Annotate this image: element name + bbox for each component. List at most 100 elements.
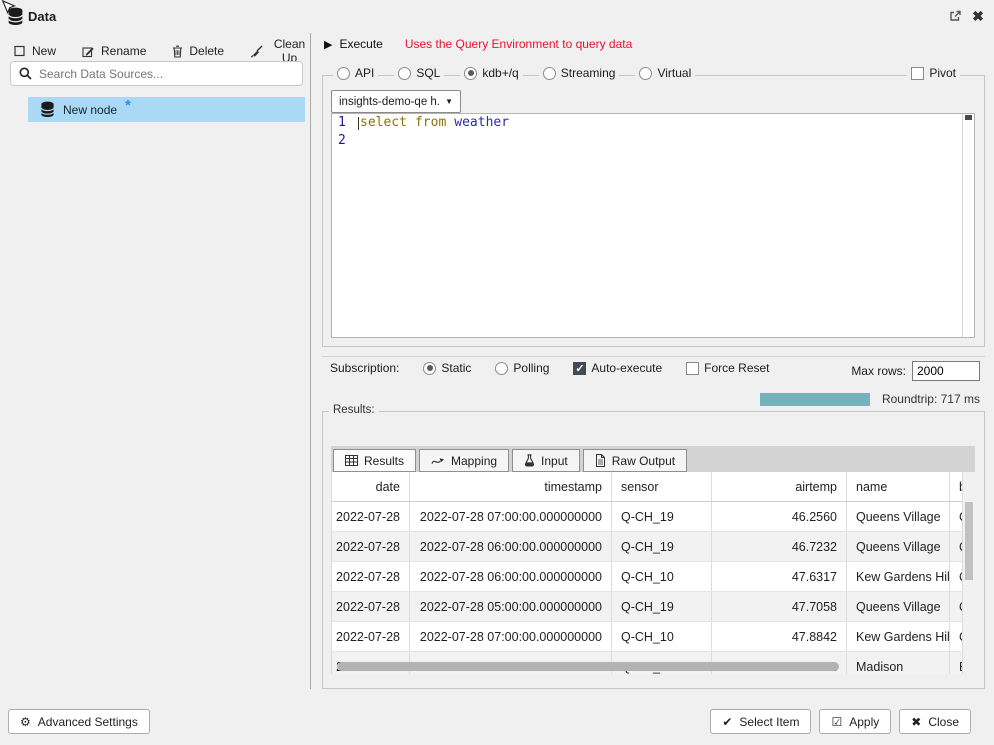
cell-date: 2022-07-28 — [332, 622, 410, 651]
cell-name: Queens Village — [847, 592, 950, 621]
table-row[interactable]: 2022-07-28 2022-07-28 05:00:00.000000000… — [332, 592, 975, 622]
cleanup-broom-icon — [250, 45, 263, 58]
check-icon: ✔ — [722, 715, 732, 729]
radio-virtual[interactable]: Virtual — [635, 66, 695, 80]
results-tabstrip: Results Mapping Input Raw Output — [331, 446, 975, 472]
radio-api[interactable]: API — [333, 66, 378, 80]
radio-streaming[interactable]: Streaming — [539, 66, 620, 80]
query-type-radios: API SQL kdb+/q Streaming Virtual — [333, 66, 695, 80]
table-row[interactable]: 2022-07-28 2022-07-28 06:00:00.000000000… — [332, 532, 975, 562]
column-header[interactable]: date — [332, 472, 410, 501]
query-code-editor[interactable]: 1 select from weather 2 — [331, 113, 975, 338]
environment-value: insights-demo-qe h... — [339, 96, 439, 108]
results-legend: Results: — [329, 404, 379, 416]
checkbox-check-icon: ☑ — [831, 715, 842, 729]
mapping-arrow-icon — [431, 456, 445, 466]
roundtrip-status: Roundtrip: 717 ms — [882, 392, 980, 406]
cell-timestamp: 2022-07-28 06:00:00.000000000 — [410, 532, 612, 561]
apply-button[interactable]: ☑ Apply — [819, 709, 891, 734]
table-vertical-scrollbar[interactable] — [962, 472, 975, 674]
cell-name: Madison — [847, 652, 950, 674]
subscription-label: Subscription: — [330, 361, 399, 375]
radio-icon — [398, 67, 411, 80]
tab-input[interactable]: Input — [512, 449, 580, 472]
close-x-icon: ✖ — [911, 715, 921, 729]
pivot-label: Pivot — [929, 66, 956, 80]
scrollbar-thumb[interactable] — [965, 115, 972, 120]
radio-label: kdb+/q — [482, 66, 518, 80]
select-item-label: Select Item — [739, 715, 799, 729]
cell-date: 2022-07-28 — [332, 532, 410, 561]
cell-sensor: Q-CH_19 — [612, 532, 712, 561]
cell-name: Queens Village — [847, 532, 950, 561]
tab-results[interactable]: Results — [333, 449, 416, 472]
dialog-title: Data — [28, 9, 56, 24]
select-item-button[interactable]: ✔ Select Item — [710, 709, 811, 734]
radio-sql[interactable]: SQL — [394, 66, 444, 80]
cell-name: Kew Gardens Hil — [847, 622, 950, 651]
query-type-group: API SQL kdb+/q Streaming Virtual Pivot — [322, 75, 985, 347]
results-table: date timestamp sensor airtemp name bor 2… — [331, 472, 975, 674]
max-rows-label: Max rows: — [851, 364, 906, 378]
scrollbar-thumb[interactable] — [965, 502, 973, 580]
close-x-icon[interactable]: ✖ — [969, 7, 987, 25]
column-header[interactable]: sensor — [612, 472, 712, 501]
code-identifier: weather — [454, 114, 509, 132]
auto-execute-checkbox[interactable]: Auto-execute — [569, 361, 666, 375]
delete-trash-icon — [172, 45, 183, 58]
tab-mapping[interactable]: Mapping — [419, 449, 509, 472]
radio-icon — [543, 67, 556, 80]
delete-label: Delete — [189, 44, 224, 58]
max-rows-input[interactable] — [912, 361, 980, 381]
table-row[interactable]: 2022-07-28 2022-07-28 06:00:00.000000000… — [332, 562, 975, 592]
data-sources-panel: New Rename Delete Clean Up New node * — [0, 33, 310, 745]
search-input[interactable] — [39, 67, 294, 81]
editor-vertical-scrollbar[interactable] — [962, 114, 974, 337]
force-reset-checkbox[interactable]: Force Reset — [682, 361, 773, 375]
tree-item-new-node[interactable]: New node * — [28, 97, 305, 122]
apply-label: Apply — [849, 715, 879, 729]
close-button[interactable]: ✖ Close — [899, 709, 971, 734]
column-header[interactable]: timestamp — [410, 472, 612, 501]
open-in-new-icon[interactable] — [946, 7, 964, 25]
database-icon — [40, 101, 55, 118]
table-header-row: date timestamp sensor airtemp name bor — [332, 472, 975, 502]
radio-icon — [495, 362, 508, 375]
progress-bar — [760, 393, 870, 406]
radio-selected-icon — [423, 362, 436, 375]
search-data-sources — [10, 61, 303, 86]
radio-label: SQL — [416, 66, 440, 80]
cell-date: 2022-07-28 — [332, 502, 410, 531]
column-header[interactable]: name — [847, 472, 950, 501]
pivot-checkbox[interactable]: Pivot — [907, 66, 960, 80]
cell-sensor: Q-CH_19 — [612, 502, 712, 531]
tab-raw-output[interactable]: Raw Output — [583, 449, 687, 472]
execute-label: Execute — [339, 37, 382, 51]
table-horizontal-scrollbar[interactable] — [337, 662, 839, 671]
radio-label: API — [355, 66, 374, 80]
radio-polling[interactable]: Polling — [491, 361, 553, 375]
panel-divider[interactable] — [310, 33, 311, 689]
cell-sensor: Q-CH_10 — [612, 562, 712, 591]
flask-icon — [524, 454, 535, 467]
cell-timestamp: 2022-07-28 07:00:00.000000000 — [410, 502, 612, 531]
rename-pencil-icon — [82, 45, 95, 58]
cell-name: Queens Village — [847, 502, 950, 531]
tab-label: Mapping — [451, 454, 497, 468]
checkbox-label: Auto-execute — [591, 361, 662, 375]
close-label: Close — [928, 715, 959, 729]
checkbox-icon — [686, 362, 699, 375]
advanced-settings-button[interactable]: ⚙ Advanced Settings — [8, 709, 150, 734]
environment-dropdown[interactable]: insights-demo-qe h... ▼ — [331, 90, 461, 113]
tree-item-label: New node — [63, 103, 117, 117]
cell-airtemp: 47.6317 — [712, 562, 847, 591]
radio-kdbq[interactable]: kdb+/q — [460, 66, 522, 80]
table-row[interactable]: 2022-07-28 2022-07-28 07:00:00.000000000… — [332, 622, 975, 652]
column-header[interactable]: airtemp — [712, 472, 847, 501]
cell-name: Kew Gardens Hil — [847, 562, 950, 591]
table-row[interactable]: 2022-07-28 2022-07-28 07:00:00.000000000… — [332, 502, 975, 532]
radio-static[interactable]: Static — [419, 361, 475, 375]
execute-button[interactable]: ▶ Execute — [324, 37, 383, 51]
cell-airtemp: 47.7058 — [712, 592, 847, 621]
checkbox-icon — [911, 67, 924, 80]
